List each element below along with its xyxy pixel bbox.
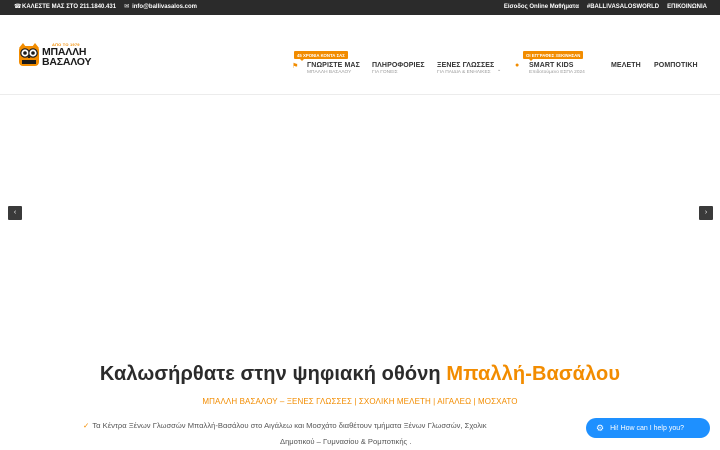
contact-link[interactable]: ΕΠΙΚΟΙΝΩΝΙΑ xyxy=(667,4,707,10)
welcome-highlight: Μπαλλή-Βασάλου xyxy=(446,363,621,385)
email-text: info@ballivasalos.com xyxy=(132,4,197,10)
nav-subtitle: ΜΠΑΛΛΗ ΒΑΣΑΛΟΥ xyxy=(307,70,352,75)
flag-icon: ⚑ xyxy=(292,63,299,70)
smart-kids-badge: ΟΙ ΕΓΓΡΑΦΕΣ ΞΕΚΙΝΗΣΑΝ xyxy=(523,51,584,61)
nav-title: ΓΝΩΡΙΣΤΕ ΜΑΣ xyxy=(307,62,360,69)
nav-subtitle: ΓΙΑ ΠΑΙΔΙΑ & ΕΝΗΛΙΚΕΣ xyxy=(437,70,491,75)
top-bar-contacts: ☎ ΚΑΛΕΣΤΕ ΜΑΣ ΣΤΟ 211.1840.431 ✉ info@ba… xyxy=(14,4,197,10)
hero-slider: ‹ › xyxy=(0,96,720,354)
nav-item-smart-kids[interactable]: SMART KIDS Επιδοτούμενο ΕΣΠΑ 2024 xyxy=(529,62,585,75)
bicycle-icon: ⚙ xyxy=(596,422,605,433)
chevron-right-icon: › xyxy=(704,209,708,216)
nav-item-about[interactable]: ΓΝΩΡΙΣΤΕ ΜΑΣ ΜΠΑΛΛΗ ΒΑΣΑΛΟΥ xyxy=(307,62,360,75)
chevron-left-icon: ‹ xyxy=(13,209,17,216)
top-bar: ☎ ΚΑΛΕΣΤΕ ΜΑΣ ΣΤΟ 211.1840.431 ✉ info@ba… xyxy=(0,0,720,15)
phone-icon: ☎ xyxy=(14,4,22,10)
phone-link[interactable]: ☎ ΚΑΛΕΣΤΕ ΜΑΣ ΣΤΟ 211.1840.431 xyxy=(14,4,116,10)
welcome-text: Καλωσήρθατε στην ψηφιακή οθόνη xyxy=(99,363,447,385)
slider-next-button[interactable]: › xyxy=(699,206,713,220)
chevron-down-icon: ⌄ xyxy=(497,67,502,73)
mail-icon: ✉ xyxy=(124,4,130,10)
chat-label: Hi! How can I help you? xyxy=(610,424,685,432)
nav-title: ΜΕΛΕΤΗ xyxy=(611,62,641,69)
slider-prev-button[interactable]: ‹ xyxy=(8,206,22,220)
nav-title: SMART KIDS xyxy=(529,62,574,69)
tagline: ΜΠΑΛΛΗ ΒΑΣΑΛΟΥ – ΞΕΝΕΣ ΓΛΩΣΣΕΣ | ΣΧΟΛΙΚΗ… xyxy=(202,397,518,406)
nav-title: ΠΛΗΡΟΦΟΡΙΕΣ xyxy=(372,62,425,69)
about-badge: 45 ΧΡΟΝΙΑ ΚΟΝΤΑ ΣΑΣ xyxy=(294,51,348,61)
description-text-1: Τα Κέντρα Ξένων Γλωσσών Μπαλλή-Βασάλου σ… xyxy=(92,421,487,430)
nav-item-info[interactable]: ΠΛΗΡΟΦΟΡΙΕΣ ΓΙΑ ΓΟΝΕΙΣ xyxy=(372,62,425,75)
nav-subtitle: ΓΙΑ ΓΟΝΕΙΣ xyxy=(372,70,398,75)
phone-text: ΚΑΛΕΣΤΕ ΜΑΣ ΣΤΟ 211.1840.431 xyxy=(22,4,117,10)
description-line-1: ✓ Τα Κέντρα Ξένων Γλωσσών Μπαλλή-Βασάλου … xyxy=(83,421,487,430)
nav-title: ΞΕΝΕΣ ΓΛΩΣΣΕΣ xyxy=(437,62,495,69)
hashtag-link[interactable]: #BALLIVASALOSWORLD xyxy=(587,4,659,10)
nav-item-study[interactable]: ΜΕΛΕΤΗ xyxy=(611,62,641,69)
nav-item-languages[interactable]: ΞΕΝΕΣ ΓΛΩΣΣΕΣ ΓΙΑ ΠΑΙΔΙΑ & ΕΝΗΛΙΚΕΣ xyxy=(437,62,494,75)
nav-subtitle: Επιδοτούμενο ΕΣΠΑ 2024 xyxy=(529,70,585,75)
chat-widget-button[interactable]: ⚙ Hi! How can I help you? xyxy=(586,418,710,438)
email-link[interactable]: ✉ info@ballivasalos.com xyxy=(124,4,197,10)
nav-item-robotics[interactable]: ΡΟΜΠΟΤΙΚΗ xyxy=(654,62,698,69)
description-line-2: Δημοτικού – Γυμνασίου & Ρομποτικής . xyxy=(280,437,412,446)
nav-title: ΡΟΜΠΟΤΙΚΗ xyxy=(654,62,698,69)
online-lessons-link[interactable]: Είσοδος Online Μαθήματα xyxy=(504,4,579,10)
check-icon: ✓ xyxy=(83,421,90,430)
top-bar-links: Είσοδος Online Μαθήματα #BALLIVASALOSWOR… xyxy=(504,4,707,10)
main-nav: 45 ΧΡΟΝΙΑ ΚΟΝΤΑ ΣΑΣ ⚑ ΓΝΩΡΙΣΤΕ ΜΑΣ ΜΠΑΛΛ… xyxy=(0,51,720,82)
welcome-heading: Καλωσήρθατε στην ψηφιακή οθόνη Μπαλλή-Βα… xyxy=(0,363,720,386)
lightbulb-icon: ● xyxy=(515,62,520,69)
header: ΑΠΟ ΤΟ 1979 ΜΠΑΛΛΗ ΒΑΣΑΛΟΥ 45 ΧΡΟΝΙΑ ΚΟΝ… xyxy=(0,15,720,95)
